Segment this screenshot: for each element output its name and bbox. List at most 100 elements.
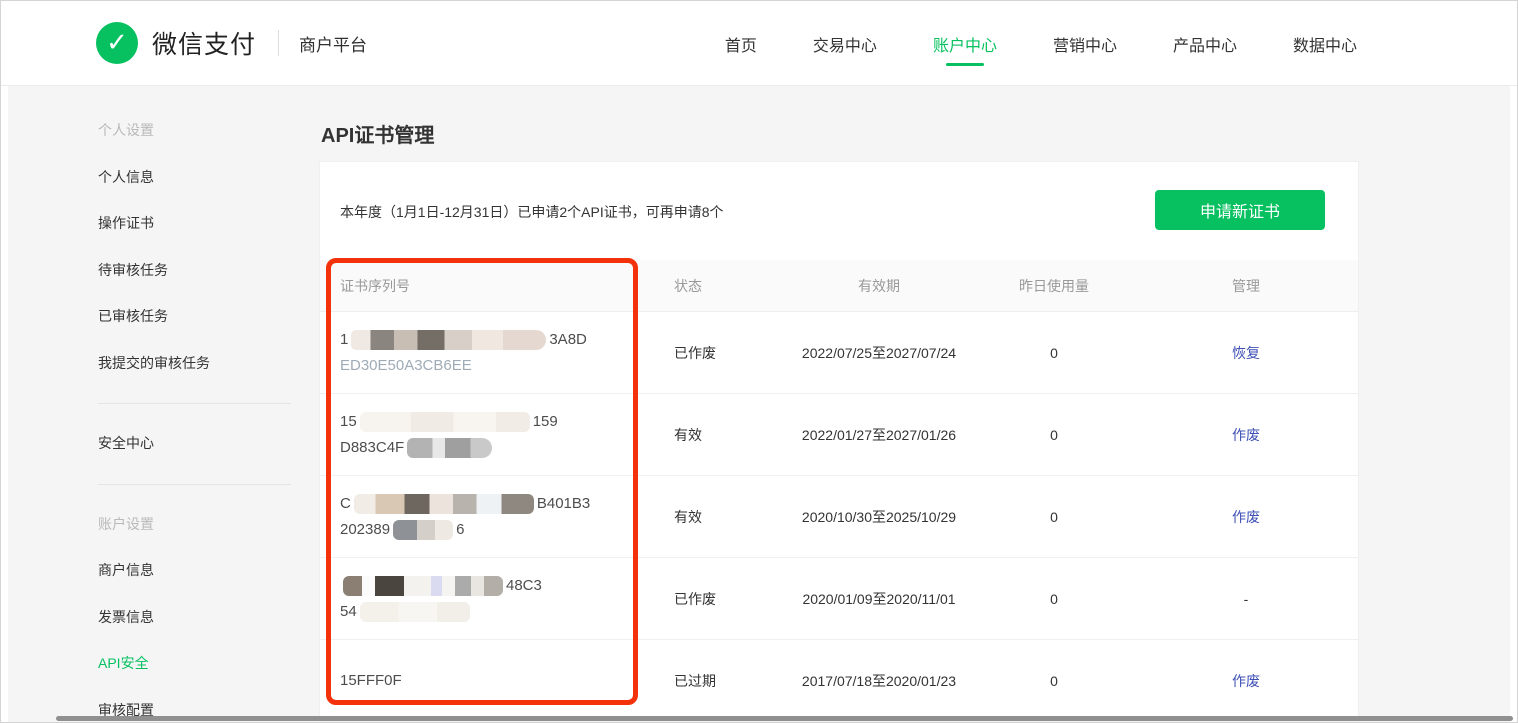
col-header-validity: 有效期 — [858, 277, 900, 294]
nav-item-trade-center[interactable]: 交易中心 — [813, 1, 877, 86]
sidebar: 个人设置个人信息 操作证书 待审核任务 已审核任务 我提交的审核任务 安全中心账户设置商户… — [98, 107, 293, 722]
certificate-card: 本年度（1月1日-12月31日）已申请2个API证书，可再申请8个 申请新证书 … — [319, 161, 1359, 722]
merchant-platform-page: ✓ 微信支付 商户平台 首页 交易中心 账户中心 营销中心 产品中心 数据中心 个人设置个… — [0, 0, 1518, 723]
usage-yesterday-cell: 0 — [1050, 590, 1058, 607]
nav-item-account-center[interactable]: 账户中心 — [933, 1, 997, 86]
serial-text: B401B3 — [536, 494, 591, 512]
serial-text: C — [340, 494, 351, 512]
col-header-status: 状态 — [674, 277, 702, 294]
usage-yesterday-cell: 0 — [1050, 508, 1058, 525]
nav-item-product-center[interactable]: 产品中心 — [1173, 1, 1237, 86]
manage-cell: 作废 — [1134, 507, 1358, 527]
serial-number-cell: 15FFF0F — [320, 668, 674, 694]
serial-line: 15FFF0F — [340, 668, 674, 694]
sidebar-divider-2 — [98, 483, 291, 485]
sidebar-item-security-center[interactable]: 安全中心 — [98, 420, 293, 467]
status-cell: 有效 — [674, 508, 702, 525]
nav-item-home[interactable]: 首页 — [725, 1, 757, 86]
serial-text: 15 — [340, 412, 357, 430]
restore-link[interactable]: 恢复 — [1232, 345, 1260, 361]
serial-line: C B401B3 — [340, 491, 674, 517]
status-cell: 已作废 — [674, 344, 716, 361]
col-header-usage: 昨日使用量 — [1019, 277, 1089, 294]
table-row: 15 159 D883C4F 有效 2022/01/27至2027/01/26 0 作废 — [320, 394, 1358, 476]
usage-yesterday-cell: 0 — [1050, 344, 1058, 361]
void-link[interactable]: 作废 — [1232, 509, 1260, 525]
platform-label: 商户平台 — [299, 35, 368, 55]
serial-line: ED30E50A3CB6EE — [340, 353, 674, 379]
status-cell: 已作废 — [674, 590, 716, 607]
usage-yesterday-cell: 0 — [1050, 426, 1058, 443]
void-link[interactable]: 作废 — [1232, 427, 1260, 443]
validity-cell: 2017/07/18至2020/01/23 — [801, 672, 957, 689]
top-nav: 首页 交易中心 账户中心 营销中心 产品中心 数据中心 — [725, 1, 1357, 86]
serial-text: 1 — [340, 330, 349, 348]
nav-item-marketing-center[interactable]: 营销中心 — [1053, 1, 1117, 86]
sidebar-item-pending-review-tasks[interactable]: 待审核任务 — [98, 247, 293, 294]
horizontal-scrollbar[interactable] — [56, 716, 1513, 721]
sidebar-item-account-settings: 账户设置 — [98, 515, 154, 532]
sidebar-item-api-security[interactable]: API安全 — [98, 640, 293, 687]
redacted-segment — [351, 329, 547, 350]
page-title: API证书管理 — [321, 125, 435, 147]
manage-cell: 恢复 — [1134, 343, 1358, 363]
apply-new-certificate-button[interactable]: 申请新证书 — [1155, 190, 1325, 230]
table-row: C B401B3 202389 6 有效 2020/10/30至2025/10/29 0 作废 — [320, 476, 1358, 558]
header-divider — [278, 30, 280, 56]
serial-number-cell: 48C3 54 — [320, 573, 674, 625]
validity-cell: 2022/07/25至2027/07/24 — [801, 344, 957, 361]
status-cell: 已过期 — [674, 672, 716, 689]
top-header: ✓ 微信支付 商户平台 首页 交易中心 账户中心 营销中心 产品中心 数据中心 — [1, 1, 1517, 86]
table-header-row: 证书序列号 状态 有效期 昨日使用量 管理 — [320, 260, 1358, 312]
table-body: 1 3A8D ED30E50A3CB6EE 已作废 2022/07/25至2027/07… — [320, 312, 1358, 722]
serial-text: 54 — [340, 602, 357, 620]
validity-cell: 2020/10/30至2025/10/29 — [801, 508, 957, 525]
brand-logo: ✓ 微信支付 商户平台 — [96, 22, 367, 64]
redacted-segment — [359, 411, 530, 432]
sidebar-divider-1 — [98, 403, 291, 404]
serial-line: 202389 6 — [340, 517, 674, 543]
col-header-manage: 管理 — [1232, 277, 1260, 294]
sidebar-item-operation-certificate[interactable]: 操作证书 — [98, 200, 293, 247]
manage-cell: 作废 — [1134, 671, 1358, 691]
table-row: 15FFF0F 已过期 2017/07/18至2020/01/23 0 作废 — [320, 640, 1358, 722]
redacted-segment — [353, 493, 534, 514]
serial-text: 3A8D — [549, 330, 587, 348]
table-row: 48C3 54 已作废 2020/01/09至2020/11/01 0 - — [320, 558, 1358, 640]
quota-summary-text: 本年度（1月1日-12月31日）已申请2个API证书，可再申请8个 — [340, 204, 724, 220]
serial-text: 48C3 — [506, 576, 542, 594]
serial-line: D883C4F — [340, 435, 674, 461]
sidebar-item-invoice-info[interactable]: 发票信息 — [98, 594, 293, 641]
redacted-segment — [343, 575, 503, 596]
redacted-segment — [359, 601, 470, 622]
void-link[interactable]: 作废 — [1232, 673, 1260, 689]
sidebar-item-merchant-info[interactable]: 商户信息 — [98, 547, 293, 594]
serial-text: D883C4F — [340, 438, 405, 456]
serial-number-cell: C B401B3 202389 6 — [320, 491, 674, 543]
sidebar-item-personal-settings: 个人设置 — [98, 122, 154, 139]
serial-number-cell: 1 3A8D ED30E50A3CB6EE — [320, 327, 674, 379]
sidebar-item-personal-info[interactable]: 个人信息 — [98, 154, 293, 201]
sidebar-item-my-submitted-review-tasks[interactable]: 我提交的审核任务 — [98, 340, 293, 387]
no-action: - — [1243, 590, 1249, 607]
wechat-pay-logo-icon: ✓ — [96, 22, 138, 64]
serial-text: 159 — [532, 412, 558, 430]
manage-cell: 作废 — [1134, 425, 1358, 445]
redacted-segment — [407, 437, 493, 458]
serial-text: 202389 — [340, 520, 391, 538]
nav-item-data-center[interactable]: 数据中心 — [1293, 1, 1357, 86]
serial-text: ED30E50A3CB6EE — [340, 356, 472, 374]
manage-cell: - — [1134, 591, 1358, 607]
table-row: 1 3A8D ED30E50A3CB6EE 已作废 2022/07/25至2027/07… — [320, 312, 1358, 394]
check-icon: ✓ — [106, 27, 128, 57]
certificate-table: 证书序列号 状态 有效期 昨日使用量 管理 1 3A8D ED30E50A3CB6E… — [320, 260, 1358, 722]
serial-line: 1 3A8D — [340, 327, 674, 353]
serial-line: 15 159 — [340, 409, 674, 435]
serial-text: 6 — [456, 520, 465, 538]
sidebar-item-reviewed-tasks[interactable]: 已审核任务 — [98, 293, 293, 340]
status-cell: 有效 — [674, 426, 702, 443]
validity-cell: 2020/01/09至2020/11/01 — [802, 590, 956, 607]
serial-line: 54 — [340, 599, 674, 625]
usage-yesterday-cell: 0 — [1050, 672, 1058, 689]
serial-line: 48C3 — [340, 573, 674, 599]
